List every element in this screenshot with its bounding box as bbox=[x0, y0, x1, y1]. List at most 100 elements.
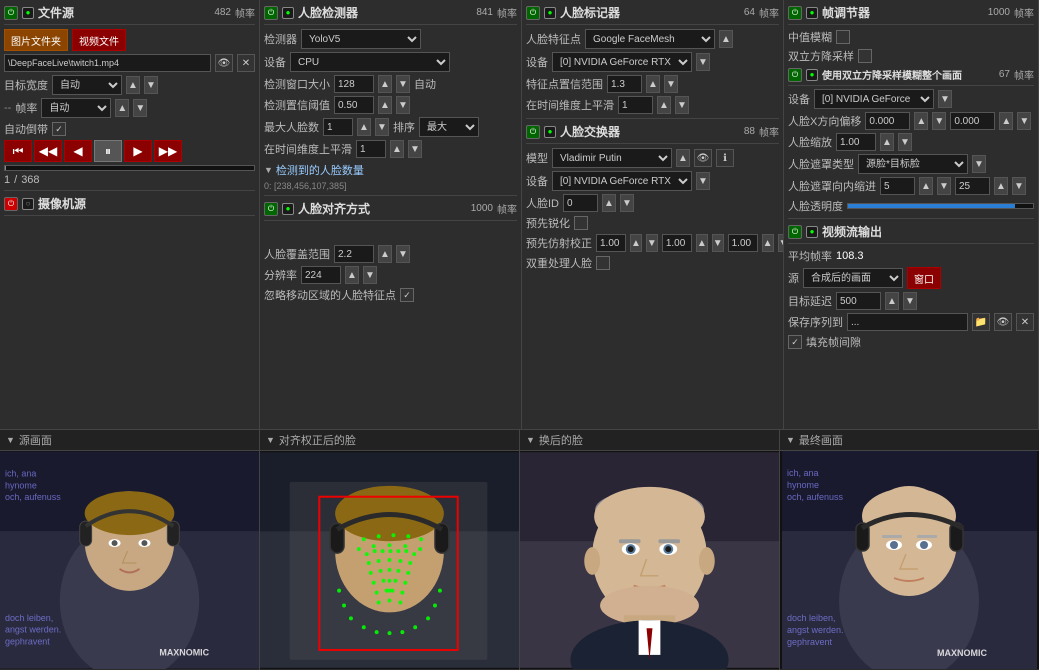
window-size-input[interactable] bbox=[334, 75, 374, 93]
camera-check[interactable]: ○ bbox=[22, 198, 34, 210]
xs-down[interactable]: ▼ bbox=[932, 112, 946, 130]
ffwd-btn[interactable]: ▶▶ bbox=[154, 140, 182, 162]
file-power-btn[interactable]: ⏻ bbox=[4, 6, 18, 20]
smooth-down[interactable]: ▼ bbox=[408, 140, 422, 158]
fps-up[interactable]: ▲ bbox=[115, 99, 129, 117]
super-check[interactable]: ● bbox=[806, 69, 818, 81]
fr-up[interactable]: ▲ bbox=[646, 75, 660, 93]
tab-video-file[interactable]: 视频文件 bbox=[72, 29, 126, 51]
bl-up[interactable]: ▲ bbox=[994, 177, 1008, 195]
swap-power-btn[interactable]: ⏻ bbox=[526, 125, 540, 139]
y-shift-input[interactable] bbox=[950, 112, 995, 130]
pa2-up[interactable]: ▲ bbox=[696, 234, 708, 252]
adj-dev-btn[interactable]: ▼ bbox=[938, 90, 952, 108]
opacity-slider[interactable] bbox=[847, 203, 1034, 209]
window-size-down[interactable]: ▼ bbox=[396, 75, 410, 93]
median-check[interactable] bbox=[836, 30, 850, 44]
detect-power-btn[interactable]: ⏻ bbox=[264, 6, 278, 20]
back-btn[interactable]: ◀ bbox=[64, 140, 92, 162]
adjust-power-btn[interactable]: ⏻ bbox=[788, 6, 802, 20]
window-btn[interactable]: 窗口 bbox=[907, 267, 941, 289]
align-check[interactable]: ● bbox=[282, 203, 294, 215]
save-path-input[interactable] bbox=[847, 313, 968, 331]
coverage-up[interactable]: ▲ bbox=[378, 245, 392, 263]
tab-image-folder[interactable]: 图片文件夹 bbox=[4, 29, 68, 51]
fid-down[interactable]: ▼ bbox=[620, 194, 634, 212]
swap-check[interactable]: ● bbox=[544, 126, 556, 138]
fs-up[interactable]: ▲ bbox=[880, 133, 894, 151]
coverage-input[interactable] bbox=[334, 245, 374, 263]
swap-model-select[interactable]: Vladimir Putin bbox=[552, 148, 672, 168]
fps-select[interactable]: 自动 bbox=[41, 98, 111, 118]
fill-gaps-check[interactable]: ✓ bbox=[788, 335, 802, 349]
resolution-up[interactable]: ▲ bbox=[345, 266, 359, 284]
rewind-btn[interactable]: ◀◀ bbox=[34, 140, 62, 162]
target-width-select[interactable]: 自动 bbox=[52, 75, 122, 95]
align-power-btn[interactable]: ⏻ bbox=[264, 202, 278, 216]
dual-check[interactable] bbox=[596, 256, 610, 270]
pa1-down[interactable]: ▼ bbox=[646, 234, 658, 252]
del-up[interactable]: ▲ bbox=[885, 292, 899, 310]
max-faces-up[interactable]: ▲ bbox=[357, 118, 371, 136]
pre-sharpen-check[interactable] bbox=[574, 216, 588, 230]
pre-align-v1[interactable] bbox=[596, 234, 626, 252]
output-power-btn[interactable]: ⏻ bbox=[788, 225, 802, 239]
mask-btn[interactable]: ▼ bbox=[972, 155, 986, 173]
final-collapse[interactable]: ▼ bbox=[786, 435, 795, 445]
landmark-type-select[interactable]: Google FaceMesh bbox=[585, 29, 715, 49]
file-path-input[interactable] bbox=[4, 54, 211, 72]
x-shift-input[interactable] bbox=[865, 112, 910, 130]
swap-device-select[interactable]: [0] NVIDIA GeForce RTX bbox=[552, 171, 692, 191]
lm-sm-up[interactable]: ▲ bbox=[657, 96, 671, 114]
resolution-input[interactable] bbox=[301, 266, 341, 284]
max-faces-down[interactable]: ▼ bbox=[375, 118, 389, 136]
model-up[interactable]: ▲ bbox=[676, 149, 690, 167]
fps-down[interactable]: ▼ bbox=[133, 99, 147, 117]
bl-down[interactable]: ▼ bbox=[1012, 177, 1026, 195]
adj-device-select[interactable]: [0] NVIDIA GeForce bbox=[814, 89, 934, 109]
smooth-input[interactable] bbox=[356, 140, 386, 158]
coverage-down[interactable]: ▼ bbox=[396, 245, 410, 263]
mask-type-select[interactable]: 源脸*目标脸 bbox=[858, 154, 968, 174]
lm-dev-btn[interactable]: ▼ bbox=[696, 53, 710, 71]
er-down[interactable]: ▼ bbox=[937, 177, 951, 195]
ys-up[interactable]: ▲ bbox=[999, 112, 1013, 130]
super-power-btn[interactable]: ⏻ bbox=[788, 68, 802, 82]
save-eye-icon[interactable]: 👁 bbox=[994, 313, 1012, 331]
target-width-down[interactable]: ▼ bbox=[144, 76, 158, 94]
del-down[interactable]: ▼ bbox=[903, 292, 917, 310]
landmark-check[interactable]: ● bbox=[544, 7, 556, 19]
camera-power-btn[interactable]: ⏻ bbox=[4, 197, 18, 211]
close-icon[interactable]: ✕ bbox=[237, 54, 255, 72]
fr-down[interactable]: ▼ bbox=[664, 75, 678, 93]
lm-up[interactable]: ▲ bbox=[719, 30, 733, 48]
aligned-collapse[interactable]: ▼ bbox=[266, 435, 275, 445]
fs-down[interactable]: ▼ bbox=[898, 133, 912, 151]
lm-smooth-input[interactable] bbox=[618, 96, 653, 114]
eye-icon[interactable]: 👁 bbox=[215, 54, 233, 72]
threshold-input[interactable] bbox=[334, 96, 374, 114]
output-check[interactable]: ● bbox=[806, 226, 818, 238]
smooth-up[interactable]: ▲ bbox=[390, 140, 404, 158]
collapse-arrow[interactable]: ▼ bbox=[264, 165, 273, 175]
bilateral-check[interactable] bbox=[858, 49, 872, 63]
file-active-check[interactable]: ● bbox=[22, 7, 34, 19]
ignore-check[interactable]: ✓ bbox=[400, 288, 414, 302]
ys-down[interactable]: ▼ bbox=[1017, 112, 1031, 130]
xs-up[interactable]: ▲ bbox=[914, 112, 928, 130]
prev-btn[interactable]: ⏮ bbox=[4, 140, 32, 162]
eye-swap-icon[interactable]: 👁 bbox=[694, 149, 712, 167]
lm-sm-down[interactable]: ▼ bbox=[675, 96, 689, 114]
save-close-icon[interactable]: ✕ bbox=[1016, 313, 1034, 331]
fid-up[interactable]: ▲ bbox=[602, 194, 616, 212]
sort-select[interactable]: 最大 bbox=[419, 117, 479, 137]
pause-btn[interactable]: ⏸ bbox=[94, 140, 122, 162]
max-faces-input[interactable] bbox=[323, 118, 353, 136]
threshold-down[interactable]: ▼ bbox=[396, 96, 410, 114]
target-width-up[interactable]: ▲ bbox=[126, 76, 140, 94]
device-select[interactable]: CPU bbox=[290, 52, 450, 72]
swapped-collapse[interactable]: ▼ bbox=[526, 435, 535, 445]
detector-select[interactable]: YoloV5 bbox=[301, 29, 421, 49]
pa2-down[interactable]: ▼ bbox=[712, 234, 724, 252]
save-folder-icon[interactable]: 📁 bbox=[972, 313, 990, 331]
